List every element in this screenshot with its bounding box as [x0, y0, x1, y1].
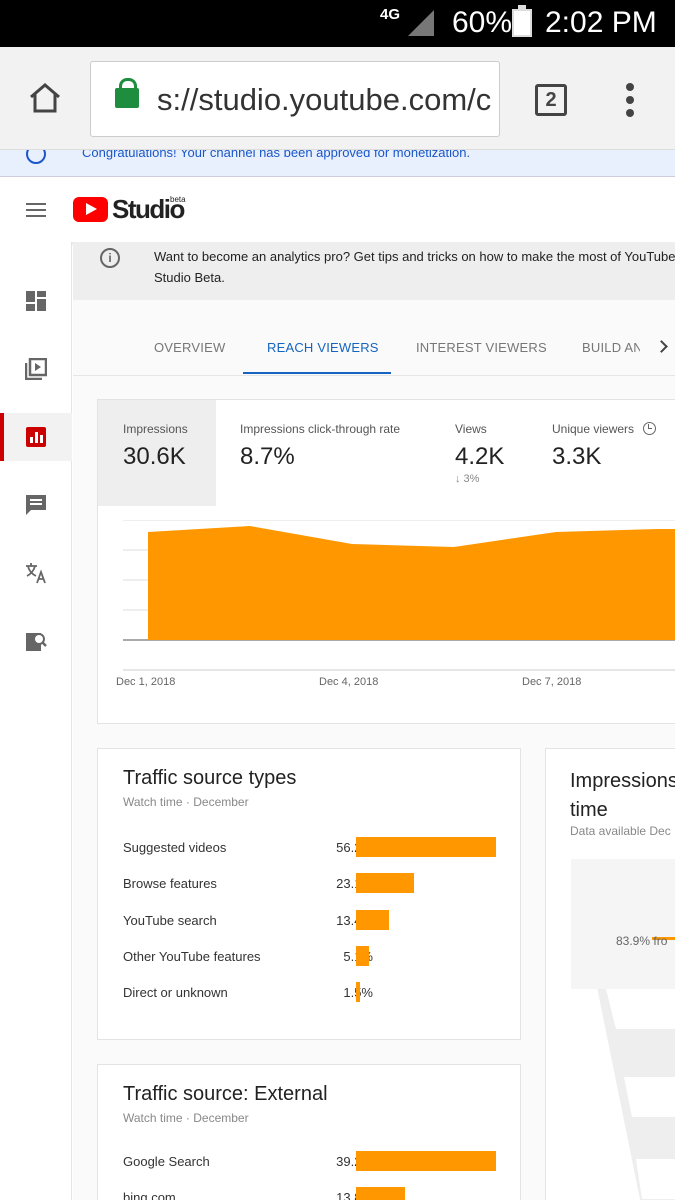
- banner-text: Congratulations! Your channel has been a…: [82, 150, 471, 160]
- list-item: bing.com 13.8%: [123, 1187, 503, 1200]
- source-label: Browse features: [123, 876, 217, 892]
- card-title: Traffic source types: [123, 767, 297, 789]
- list-item: Suggested videos 56.2%: [123, 837, 503, 859]
- sidebar: [0, 242, 72, 1200]
- analytics-icon: [26, 427, 46, 447]
- comments-icon: [26, 495, 46, 515]
- videos-icon: [25, 358, 47, 380]
- metric-value: 3.3K: [552, 443, 602, 470]
- source-bar: [356, 837, 496, 857]
- home-icon[interactable]: [28, 82, 62, 114]
- metric-value: 8.7%: [240, 443, 295, 470]
- source-bar: [356, 982, 360, 1003]
- card-subtitle: Watch time · December: [123, 1111, 249, 1125]
- clock-time: 2:02 PM: [545, 6, 657, 39]
- card-title: Impressions time: [570, 770, 675, 821]
- source-bar: [356, 909, 390, 930]
- battery-percent: 60%: [452, 6, 513, 39]
- traffic-source-external-card: Traffic source: External Watch time · De…: [97, 1064, 521, 1200]
- list-item: Google Search 39.2%: [123, 1151, 503, 1173]
- chevron-right-icon[interactable]: [655, 340, 668, 353]
- tab-switcher-button[interactable]: 2: [535, 84, 567, 116]
- status-bar: 4G 60% 2:02 PM: [0, 0, 675, 47]
- list-item: Direct or unknown1.5%: [123, 982, 503, 1004]
- source-label: Google Search: [123, 1154, 210, 1169]
- impressions-funnel-card: Impressions time Data available Dec 83.9%…: [545, 748, 675, 1200]
- url-text: s://studio.youtube.com/c: [157, 82, 492, 117]
- sidebar-item-translations[interactable]: [0, 549, 72, 597]
- youtube-logo-icon[interactable]: [73, 197, 108, 222]
- info-icon: [26, 150, 46, 164]
- sidebar-item-creator-insider[interactable]: [0, 617, 72, 665]
- overflow-menu-icon[interactable]: [626, 83, 636, 119]
- studio-header: Studio beta: [0, 178, 675, 242]
- card-subtitle: Watch time · December: [123, 795, 249, 809]
- active-tab-indicator: [243, 372, 391, 374]
- source-label: bing.com: [123, 1190, 176, 1200]
- impressions-funnel: [571, 859, 675, 1200]
- beta-label: beta: [170, 195, 186, 204]
- metric-value: 4.2K: [455, 443, 505, 470]
- metric-label: Impressions: [123, 422, 188, 436]
- signal-icon: [408, 10, 434, 36]
- source-bar: [356, 873, 414, 894]
- source-bar: [356, 1151, 496, 1171]
- tab-reach-viewers[interactable]: REACH VIEWERS: [267, 340, 379, 355]
- list-item: Browse features 23.1%: [123, 873, 503, 895]
- tip-banner: i Want to become an analytics pro? Get t…: [73, 242, 675, 300]
- source-bar: [356, 945, 369, 966]
- metric-value: 30.6K: [123, 443, 186, 470]
- browser-toolbar: s://studio.youtube.com/c 2: [0, 47, 675, 150]
- x-tick-label: Dec 7, 2018: [522, 676, 581, 688]
- tab-build-audience[interactable]: BUILD AN: [582, 340, 640, 355]
- card-subtitle: Data available Dec: [570, 824, 671, 838]
- battery-icon: [512, 5, 532, 37]
- metrics-chart-card: Impressions 30.6K Impressions click-thro…: [97, 399, 675, 724]
- source-label: YouTube search: [123, 912, 217, 928]
- metric-views[interactable]: Views 4.2K ↓ 3%: [436, 400, 532, 506]
- sidebar-item-videos[interactable]: [0, 345, 72, 393]
- metric-change: ↓ 3%: [455, 473, 480, 485]
- menu-icon[interactable]: [26, 203, 46, 217]
- x-tick-label: Dec 1, 2018: [116, 676, 175, 688]
- metric-label: Views: [455, 422, 487, 436]
- impressions-area-chart: Dec 1, 2018 Dec 4, 2018 Dec 7, 2018: [116, 520, 675, 688]
- tab-overview[interactable]: OVERVIEW: [154, 340, 225, 355]
- sidebar-item-analytics[interactable]: [0, 413, 72, 461]
- monetization-banner: Congratulations! Your channel has been a…: [0, 150, 675, 177]
- metric-ctr[interactable]: Impressions click-through rate 8.7%: [216, 400, 436, 506]
- source-label: Suggested videos: [123, 840, 227, 855]
- metric-impressions[interactable]: Impressions 30.6K: [98, 400, 216, 506]
- lock-icon: [115, 78, 139, 108]
- metric-label: Impressions click-through rate: [240, 422, 401, 436]
- metric-label: Unique viewers: [552, 422, 635, 436]
- tip-text: Want to become an analytics pro? Get tip…: [154, 249, 675, 285]
- tab-interest-viewers[interactable]: INTEREST VIEWERS: [416, 340, 547, 355]
- x-tick-label: Dec 4, 2018: [319, 676, 378, 688]
- address-bar[interactable]: s://studio.youtube.com/c: [90, 61, 500, 137]
- metric-unique-viewers[interactable]: Unique viewers 3.3K: [532, 400, 675, 506]
- source-bar: [356, 1187, 406, 1200]
- clock-icon[interactable]: [643, 422, 656, 435]
- card-title: Traffic source: External: [123, 1083, 328, 1105]
- impressions-area: [148, 526, 675, 640]
- sidebar-item-dashboard[interactable]: [0, 277, 72, 325]
- dashboard-icon: [26, 291, 46, 311]
- source-label: Direct or unknown: [123, 985, 228, 1001]
- main-content: i Want to become an analytics pro? Get t…: [73, 242, 675, 1200]
- sidebar-item-comments[interactable]: [0, 481, 72, 529]
- info-icon: i: [100, 248, 120, 268]
- traffic-source-types-card: Traffic source types Watch time · Decemb…: [97, 748, 521, 1040]
- network-type: 4G: [380, 6, 401, 23]
- source-label: Other YouTube features: [123, 948, 261, 964]
- funnel-rate-label: 83.9% fro: [616, 934, 668, 948]
- list-item: YouTube search 13.4%: [123, 909, 503, 932]
- translations-icon: [26, 563, 46, 584]
- creator-insider-icon: [26, 633, 47, 651]
- analytics-tabs: OVERVIEW REACH VIEWERS INTEREST VIEWERS …: [73, 300, 675, 376]
- list-item: Other YouTube features5.1%: [123, 945, 503, 968]
